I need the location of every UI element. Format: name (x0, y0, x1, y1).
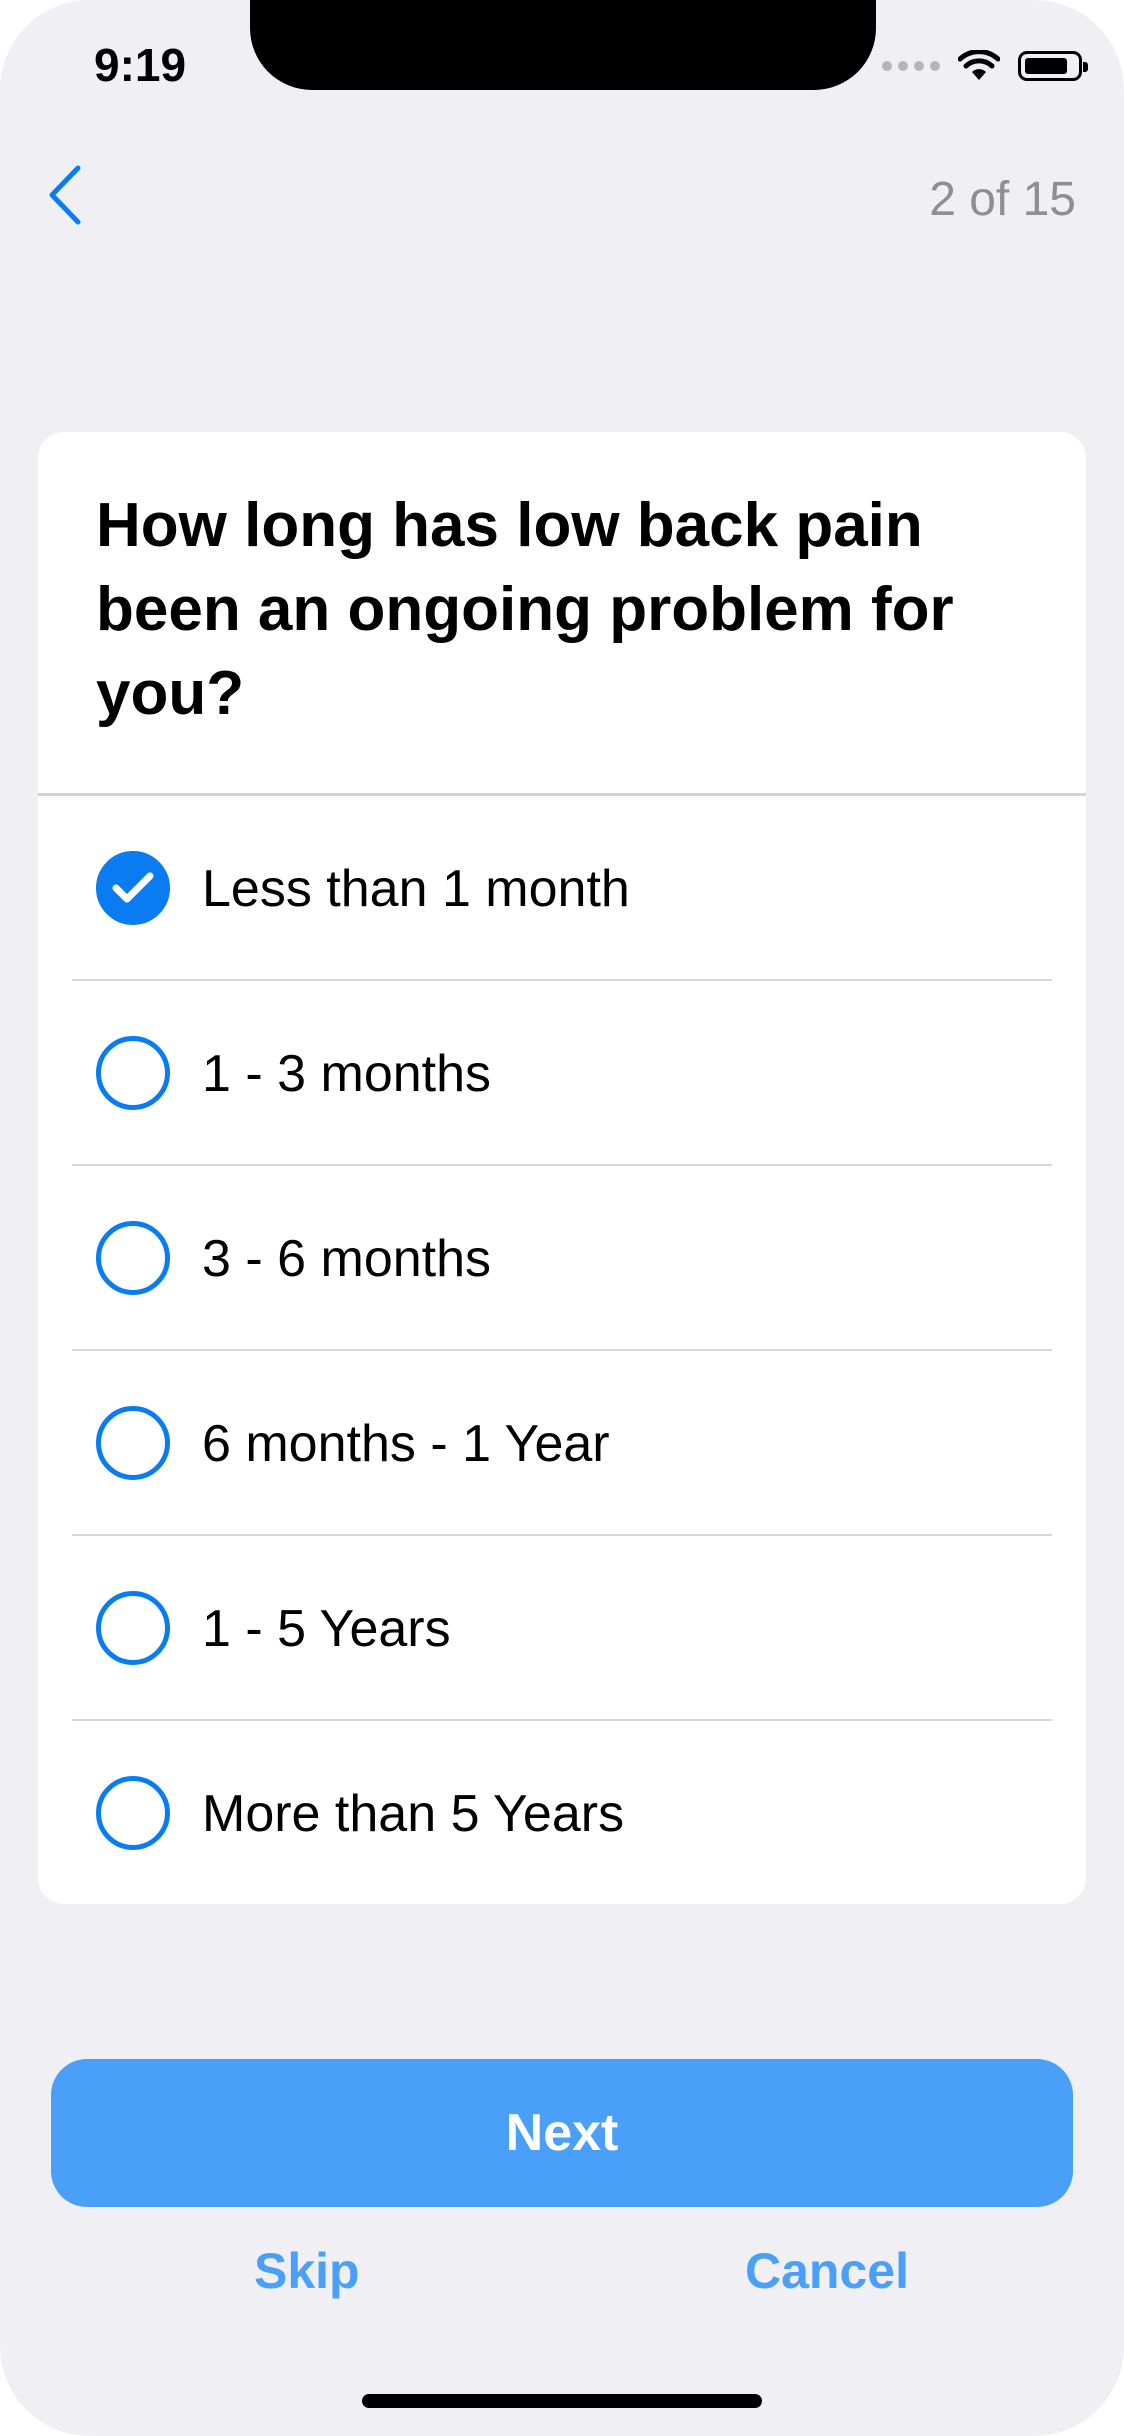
home-indicator[interactable] (362, 2394, 762, 2408)
answer-option-label: Less than 1 month (202, 859, 630, 918)
radio-unchecked-icon[interactable] (96, 1036, 170, 1110)
question-title: How long has low back pain been an ongoi… (96, 491, 954, 728)
back-button[interactable] (40, 160, 90, 230)
cancel-button[interactable]: Cancel (745, 2242, 909, 2300)
radio-unchecked-icon[interactable] (96, 1776, 170, 1850)
radio-unchecked-icon[interactable] (96, 1406, 170, 1480)
answer-option-less-than-1-month[interactable]: Less than 1 month (38, 796, 1086, 981)
skip-button[interactable]: Skip (254, 2242, 360, 2300)
answer-option-label: 1 - 5 Years (202, 1599, 451, 1658)
device-notch (250, 0, 876, 90)
answer-option-label: 3 - 6 months (202, 1229, 492, 1288)
step-counter: 2 of 15 (929, 173, 1076, 226)
answer-option-6-months-1-year[interactable]: 6 months - 1 Year (38, 1351, 1086, 1536)
answer-option-label: 1 - 3 months (202, 1044, 492, 1103)
answer-option-1-3-months[interactable]: 1 - 3 months (38, 981, 1086, 1166)
radio-checked-icon[interactable] (96, 851, 170, 925)
answer-option-label: More than 5 Years (202, 1784, 625, 1843)
chevron-left-icon (49, 165, 81, 225)
answer-option-3-6-months[interactable]: 3 - 6 months (38, 1166, 1086, 1351)
battery-icon (1018, 51, 1088, 81)
answer-option-label: 6 months - 1 Year (202, 1414, 610, 1473)
checkmark-icon (112, 872, 154, 903)
question-card: How long has low back pain been an ongoi… (38, 432, 1086, 1904)
radio-unchecked-icon[interactable] (96, 1591, 170, 1665)
answer-option-more-than-5-years[interactable]: More than 5 Years (38, 1721, 1086, 1904)
status-time: 9:19 (94, 39, 187, 91)
answer-options: Less than 1 month 1 - 3 months 3 - 6 mon… (38, 796, 1086, 1904)
next-button[interactable]: Next (51, 2059, 1073, 2207)
status-icons (882, 50, 1088, 82)
answer-option-1-5-years[interactable]: 1 - 5 Years (38, 1536, 1086, 1721)
wifi-icon (958, 50, 1000, 80)
survey-screen: 9:19 2 of 15 How long has low back pain … (0, 0, 1124, 2436)
cellular-signal-icon (882, 61, 940, 71)
radio-unchecked-icon[interactable] (96, 1221, 170, 1295)
